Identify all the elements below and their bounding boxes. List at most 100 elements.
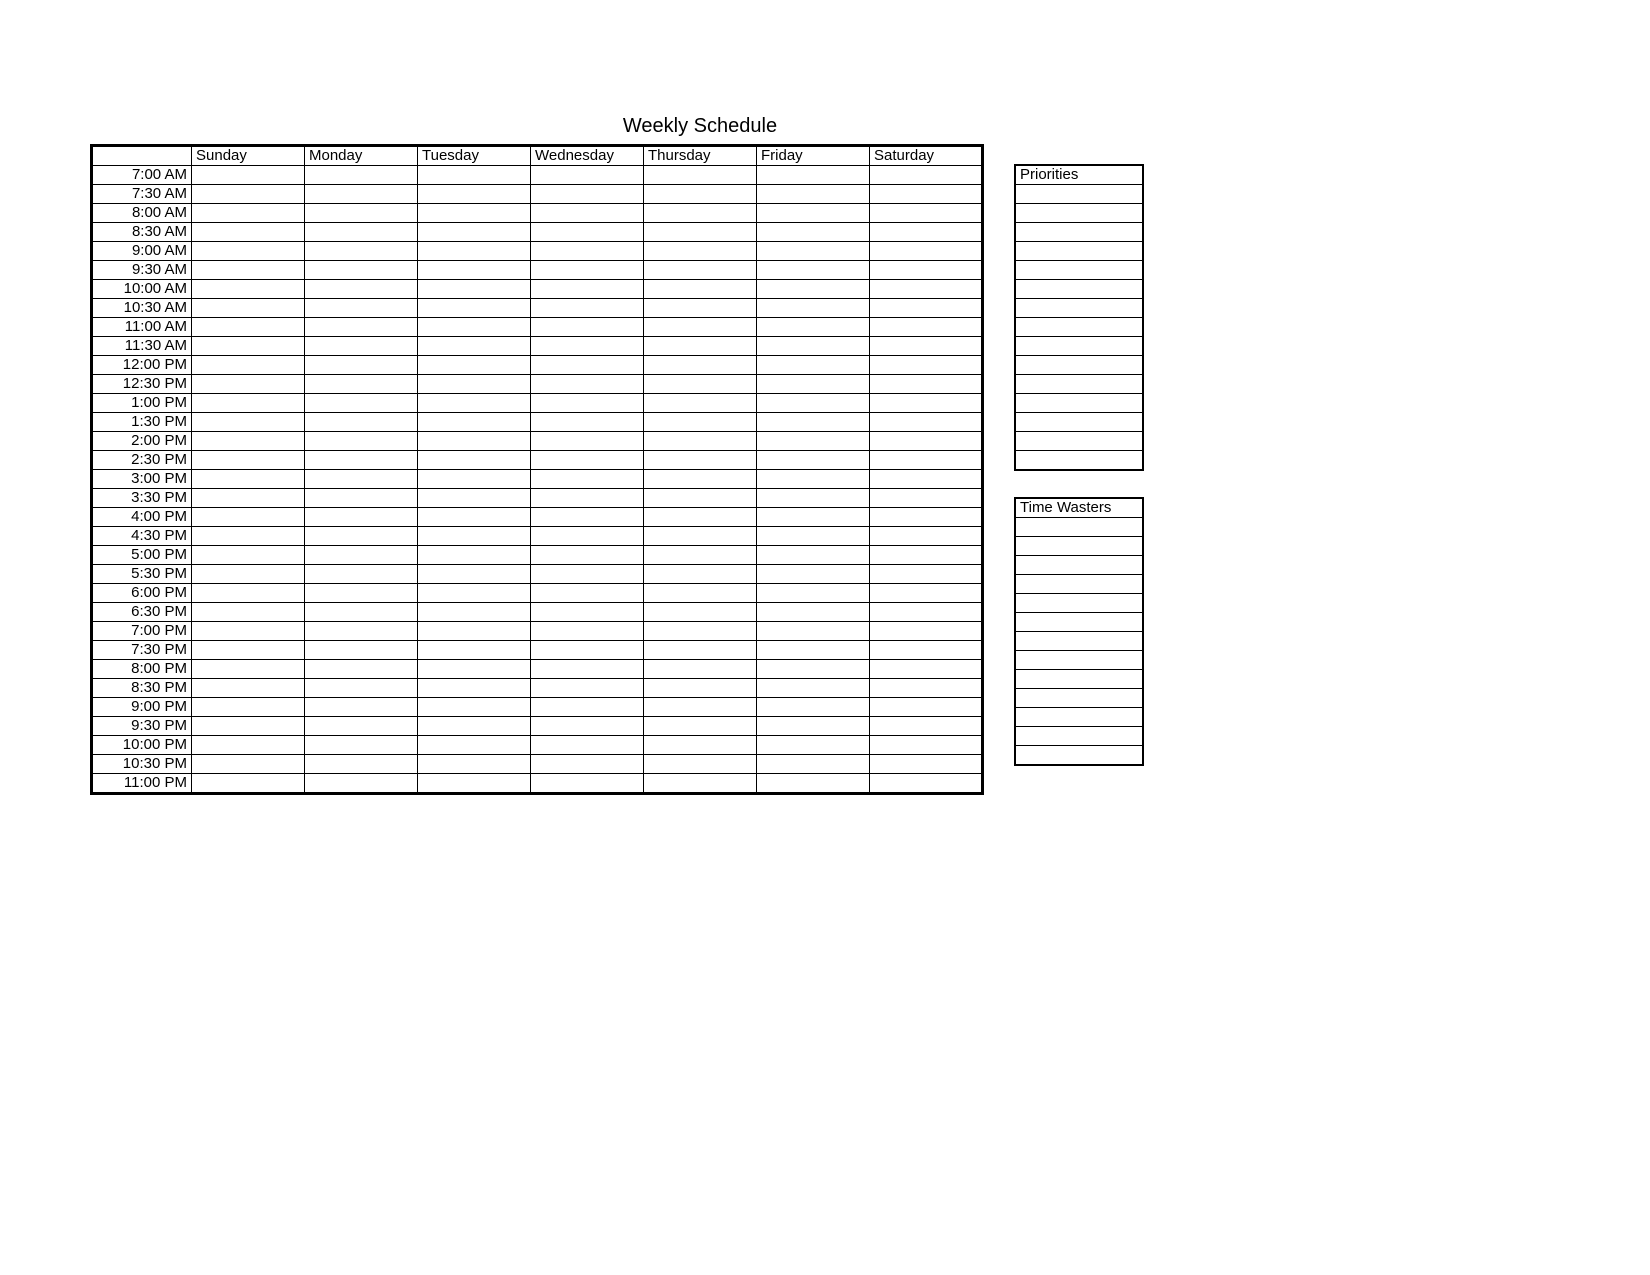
time-label: 8:00 AM (92, 204, 192, 223)
sidebox-row (1015, 518, 1143, 537)
schedule-cell (531, 261, 644, 280)
schedule-cell (192, 166, 305, 185)
schedule-cell (870, 755, 983, 774)
schedule-cell (757, 565, 870, 584)
schedule-cell (870, 432, 983, 451)
schedule-cell (870, 375, 983, 394)
schedule-cell (192, 280, 305, 299)
schedule-cell (305, 603, 418, 622)
schedule-cell (644, 755, 757, 774)
time-label: 12:00 PM (92, 356, 192, 375)
schedule-cell (305, 622, 418, 641)
schedule-cell (644, 622, 757, 641)
schedule-cell (757, 470, 870, 489)
schedule-cell (418, 755, 531, 774)
schedule-cell (870, 299, 983, 318)
table-row: 7:00 PM (92, 622, 983, 641)
schedule-cell (192, 470, 305, 489)
sidebox-row (1015, 575, 1143, 594)
sidebox-row (1015, 223, 1143, 242)
schedule-cell (757, 356, 870, 375)
schedule-cell (192, 584, 305, 603)
schedule-cell (644, 318, 757, 337)
table-row: 12:30 PM (92, 375, 983, 394)
schedule-cell (418, 413, 531, 432)
schedule-cell (757, 660, 870, 679)
sidebox-row (1015, 613, 1143, 632)
schedule-cell (305, 641, 418, 660)
time-label: 1:00 PM (92, 394, 192, 413)
schedule-cell (644, 603, 757, 622)
schedule-cell (192, 755, 305, 774)
time-label: 9:00 PM (92, 698, 192, 717)
schedule-cell (531, 736, 644, 755)
schedule-cell (192, 527, 305, 546)
schedule-cell (192, 318, 305, 337)
schedule-cell (192, 432, 305, 451)
day-header: Monday (305, 146, 418, 166)
schedule-cell (644, 489, 757, 508)
sidebox-row (1015, 451, 1143, 471)
schedule-cell (305, 660, 418, 679)
table-row: 5:30 PM (92, 565, 983, 584)
schedule-cell (418, 223, 531, 242)
table-row: 1:00 PM (92, 394, 983, 413)
sidebox-row (1015, 318, 1143, 337)
schedule-cell (757, 584, 870, 603)
sidebox-row (1015, 394, 1143, 413)
schedule-cell (870, 451, 983, 470)
schedule-cell (644, 565, 757, 584)
schedule-cell (305, 394, 418, 413)
sidebox-row (1015, 727, 1143, 746)
schedule-cell (531, 641, 644, 660)
schedule-cell (305, 736, 418, 755)
schedule-cell (870, 489, 983, 508)
sidebox-row (1015, 299, 1143, 318)
schedule-cell (531, 622, 644, 641)
time-label: 10:30 PM (92, 755, 192, 774)
schedule-cell (305, 375, 418, 394)
sidebox-row (1015, 375, 1143, 394)
schedule-cell (870, 337, 983, 356)
schedule-cell (192, 698, 305, 717)
schedule-cell (644, 698, 757, 717)
schedule-cell (418, 204, 531, 223)
schedule-cell (192, 774, 305, 794)
schedule-cell (418, 698, 531, 717)
schedule-cell (870, 660, 983, 679)
schedule-cell (757, 413, 870, 432)
schedule-cell (305, 204, 418, 223)
schedule-cell (870, 622, 983, 641)
schedule-cell (644, 736, 757, 755)
schedule-cell (757, 736, 870, 755)
schedule-cell (418, 375, 531, 394)
table-row: 11:00 PM (92, 774, 983, 794)
schedule-cell (418, 717, 531, 736)
schedule-cell (305, 698, 418, 717)
schedule-cell (305, 508, 418, 527)
table-row: 10:30 PM (92, 755, 983, 774)
schedule-cell (305, 527, 418, 546)
schedule-cell (305, 413, 418, 432)
schedule-cell (870, 261, 983, 280)
schedule-cell (531, 603, 644, 622)
schedule-cell (757, 698, 870, 717)
time-label: 2:30 PM (92, 451, 192, 470)
schedule-cell (192, 603, 305, 622)
time-label: 7:00 PM (92, 622, 192, 641)
schedule-cell (418, 242, 531, 261)
schedule-cell (757, 489, 870, 508)
schedule-cell (870, 394, 983, 413)
schedule-cell (418, 394, 531, 413)
schedule-cell (531, 356, 644, 375)
time-label: 3:00 PM (92, 470, 192, 489)
time-label: 9:30 AM (92, 261, 192, 280)
schedule-cell (531, 489, 644, 508)
sidebox-row (1015, 204, 1143, 223)
schedule-cell (192, 641, 305, 660)
schedule-cell (305, 223, 418, 242)
table-row: 3:00 PM (92, 470, 983, 489)
schedule-cell (418, 584, 531, 603)
schedule-cell (531, 508, 644, 527)
time-label: 2:00 PM (92, 432, 192, 451)
